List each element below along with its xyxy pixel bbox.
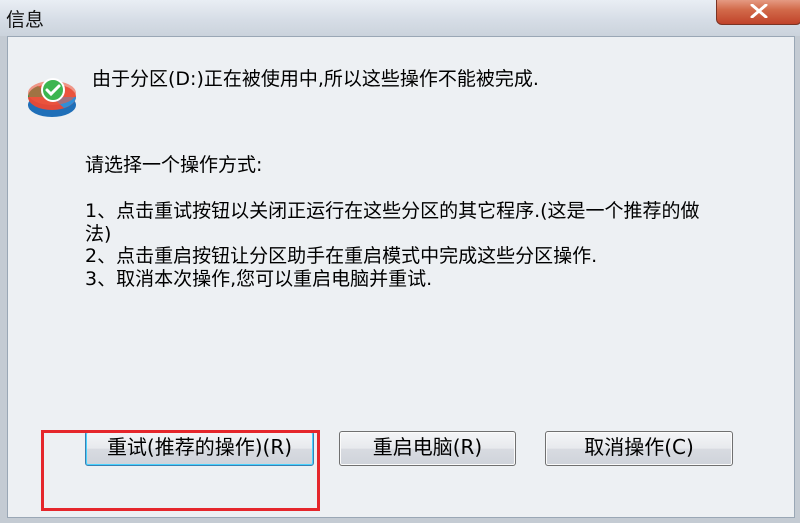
dialog-window: 信息 由于分区(D:)正在被使用中,所以这些操作不能被完成. 请选择一个操作方式… (0, 0, 800, 523)
close-icon (750, 4, 768, 18)
partition-assistant-icon (27, 78, 76, 117)
option-1-line-1: 1、点击重试按钮以关闭正运行在这些分区的其它程序.(这是一个推荐的做 (85, 200, 700, 222)
cancel-button[interactable]: 取消操作(C) (545, 431, 733, 466)
title-bar[interactable]: 信息 (0, 0, 800, 36)
highlight-annotation (41, 430, 320, 511)
prompt-text: 请选择一个操作方式: (85, 154, 263, 176)
headline-message: 由于分区(D:)正在被使用中,所以这些操作不能被完成. (92, 68, 539, 90)
window-title: 信息 (6, 9, 45, 31)
close-button[interactable] (716, 0, 800, 25)
option-3-text: 3、取消本次操作,您可以重启电脑并重试. (85, 268, 433, 290)
restart-button[interactable]: 重启电脑(R) (339, 431, 516, 466)
